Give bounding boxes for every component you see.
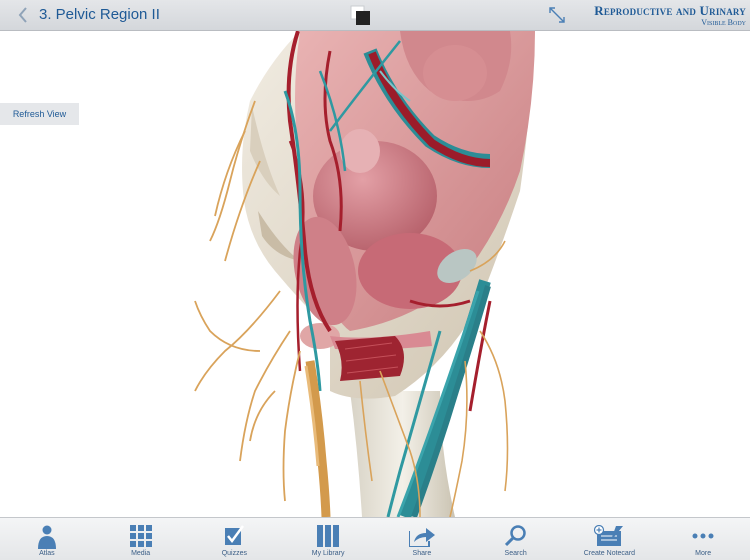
pelvic-anatomy-model[interactable] — [0, 31, 750, 517]
bottom-tab-bar: Atlas Media Quizzes My Library Share Sea… — [0, 517, 750, 560]
tab-share[interactable]: Share — [375, 518, 469, 560]
tab-label: Search — [504, 550, 527, 557]
tab-atlas[interactable]: Atlas — [0, 518, 94, 560]
grid-icon — [129, 525, 152, 547]
person-icon — [37, 525, 56, 549]
library-icon — [317, 525, 340, 547]
notecard-icon — [594, 525, 624, 546]
layers-toggle-icon[interactable] — [350, 5, 372, 27]
back-chevron-icon[interactable] — [16, 6, 30, 24]
brand-subtitle: Visible Body — [701, 18, 746, 27]
expand-fullscreen-icon[interactable] — [547, 5, 567, 25]
brand-title: Reproductive and Urinary — [594, 3, 746, 18]
model-viewport[interactable]: Refresh View — [0, 31, 750, 517]
tab-label: Share — [412, 550, 432, 557]
brand-logo: Reproductive and Urinary Visible Body — [594, 4, 746, 27]
tab-quizzes[interactable]: Quizzes — [188, 518, 282, 560]
tab-more[interactable]: More — [656, 518, 750, 560]
tab-media[interactable]: Media — [94, 518, 188, 560]
search-icon — [504, 525, 526, 547]
tab-label: Atlas — [39, 550, 55, 557]
share-icon — [408, 528, 435, 547]
checkbox-icon — [225, 525, 245, 545]
tab-label: More — [695, 550, 712, 557]
tab-label: My Library — [311, 550, 345, 557]
tab-create-notecard[interactable]: Create Notecard — [563, 518, 657, 560]
tab-label: Quizzes — [221, 550, 248, 557]
tab-label: Create Notecard — [583, 550, 636, 557]
tab-my-library[interactable]: My Library — [281, 518, 375, 560]
tab-search[interactable]: Search — [469, 518, 563, 560]
top-navigation-bar: 3. Pelvic Region II Reproductive and Uri… — [0, 0, 750, 31]
refresh-view-button[interactable]: Refresh View — [0, 103, 79, 125]
page-title: 3. Pelvic Region II — [39, 6, 160, 23]
more-icon — [692, 533, 714, 539]
tab-label: Media — [131, 550, 151, 557]
